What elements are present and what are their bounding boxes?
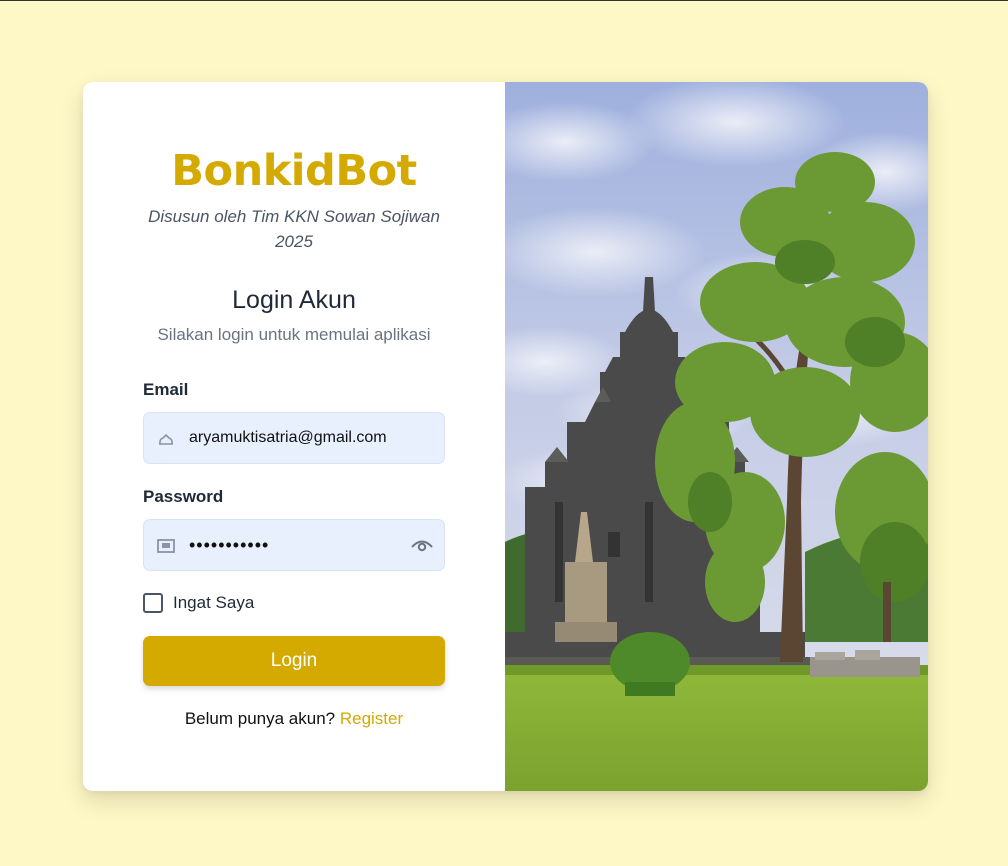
login-button[interactable]: Login [143,636,445,686]
temple-photo [505,82,928,791]
brand-credit: Disusun oleh Tim KKN Sowan Sojiwan 2025 [148,207,440,251]
login-card: BonkidBot Disusun oleh Tim KKN Sowan Soj… [83,82,928,791]
email-field[interactable]: aryamuktisatria@gmail.com [143,412,445,464]
email-value: aryamuktisatria@gmail.com [189,429,387,446]
register-line: Belum punya akun? Register [83,709,505,729]
login-panel: BonkidBot Disusun oleh Tim KKN Sowan Soj… [83,82,505,791]
top-border [0,0,1008,1]
login-description: Silakan login untuk memulai aplikasi [157,325,431,344]
remember-checkbox[interactable] [143,593,163,613]
password-label: Password [143,487,224,506]
login-heading: Login Akun [232,286,356,314]
eye-icon[interactable] [410,533,434,557]
password-value: ••••••••••• [189,535,270,555]
email-label: Email [143,380,189,399]
remember-me[interactable]: Ingat Saya [143,593,254,613]
register-prompt: Belum punya akun? [184,709,336,728]
temple-image [505,82,928,791]
register-link[interactable]: Register [340,709,403,728]
brand-title: BonkidBot [171,146,417,196]
user-icon [159,433,173,445]
lock-icon [157,539,175,553]
password-field[interactable]: ••••••••••• [143,519,445,571]
remember-label: Ingat Saya [173,593,255,612]
